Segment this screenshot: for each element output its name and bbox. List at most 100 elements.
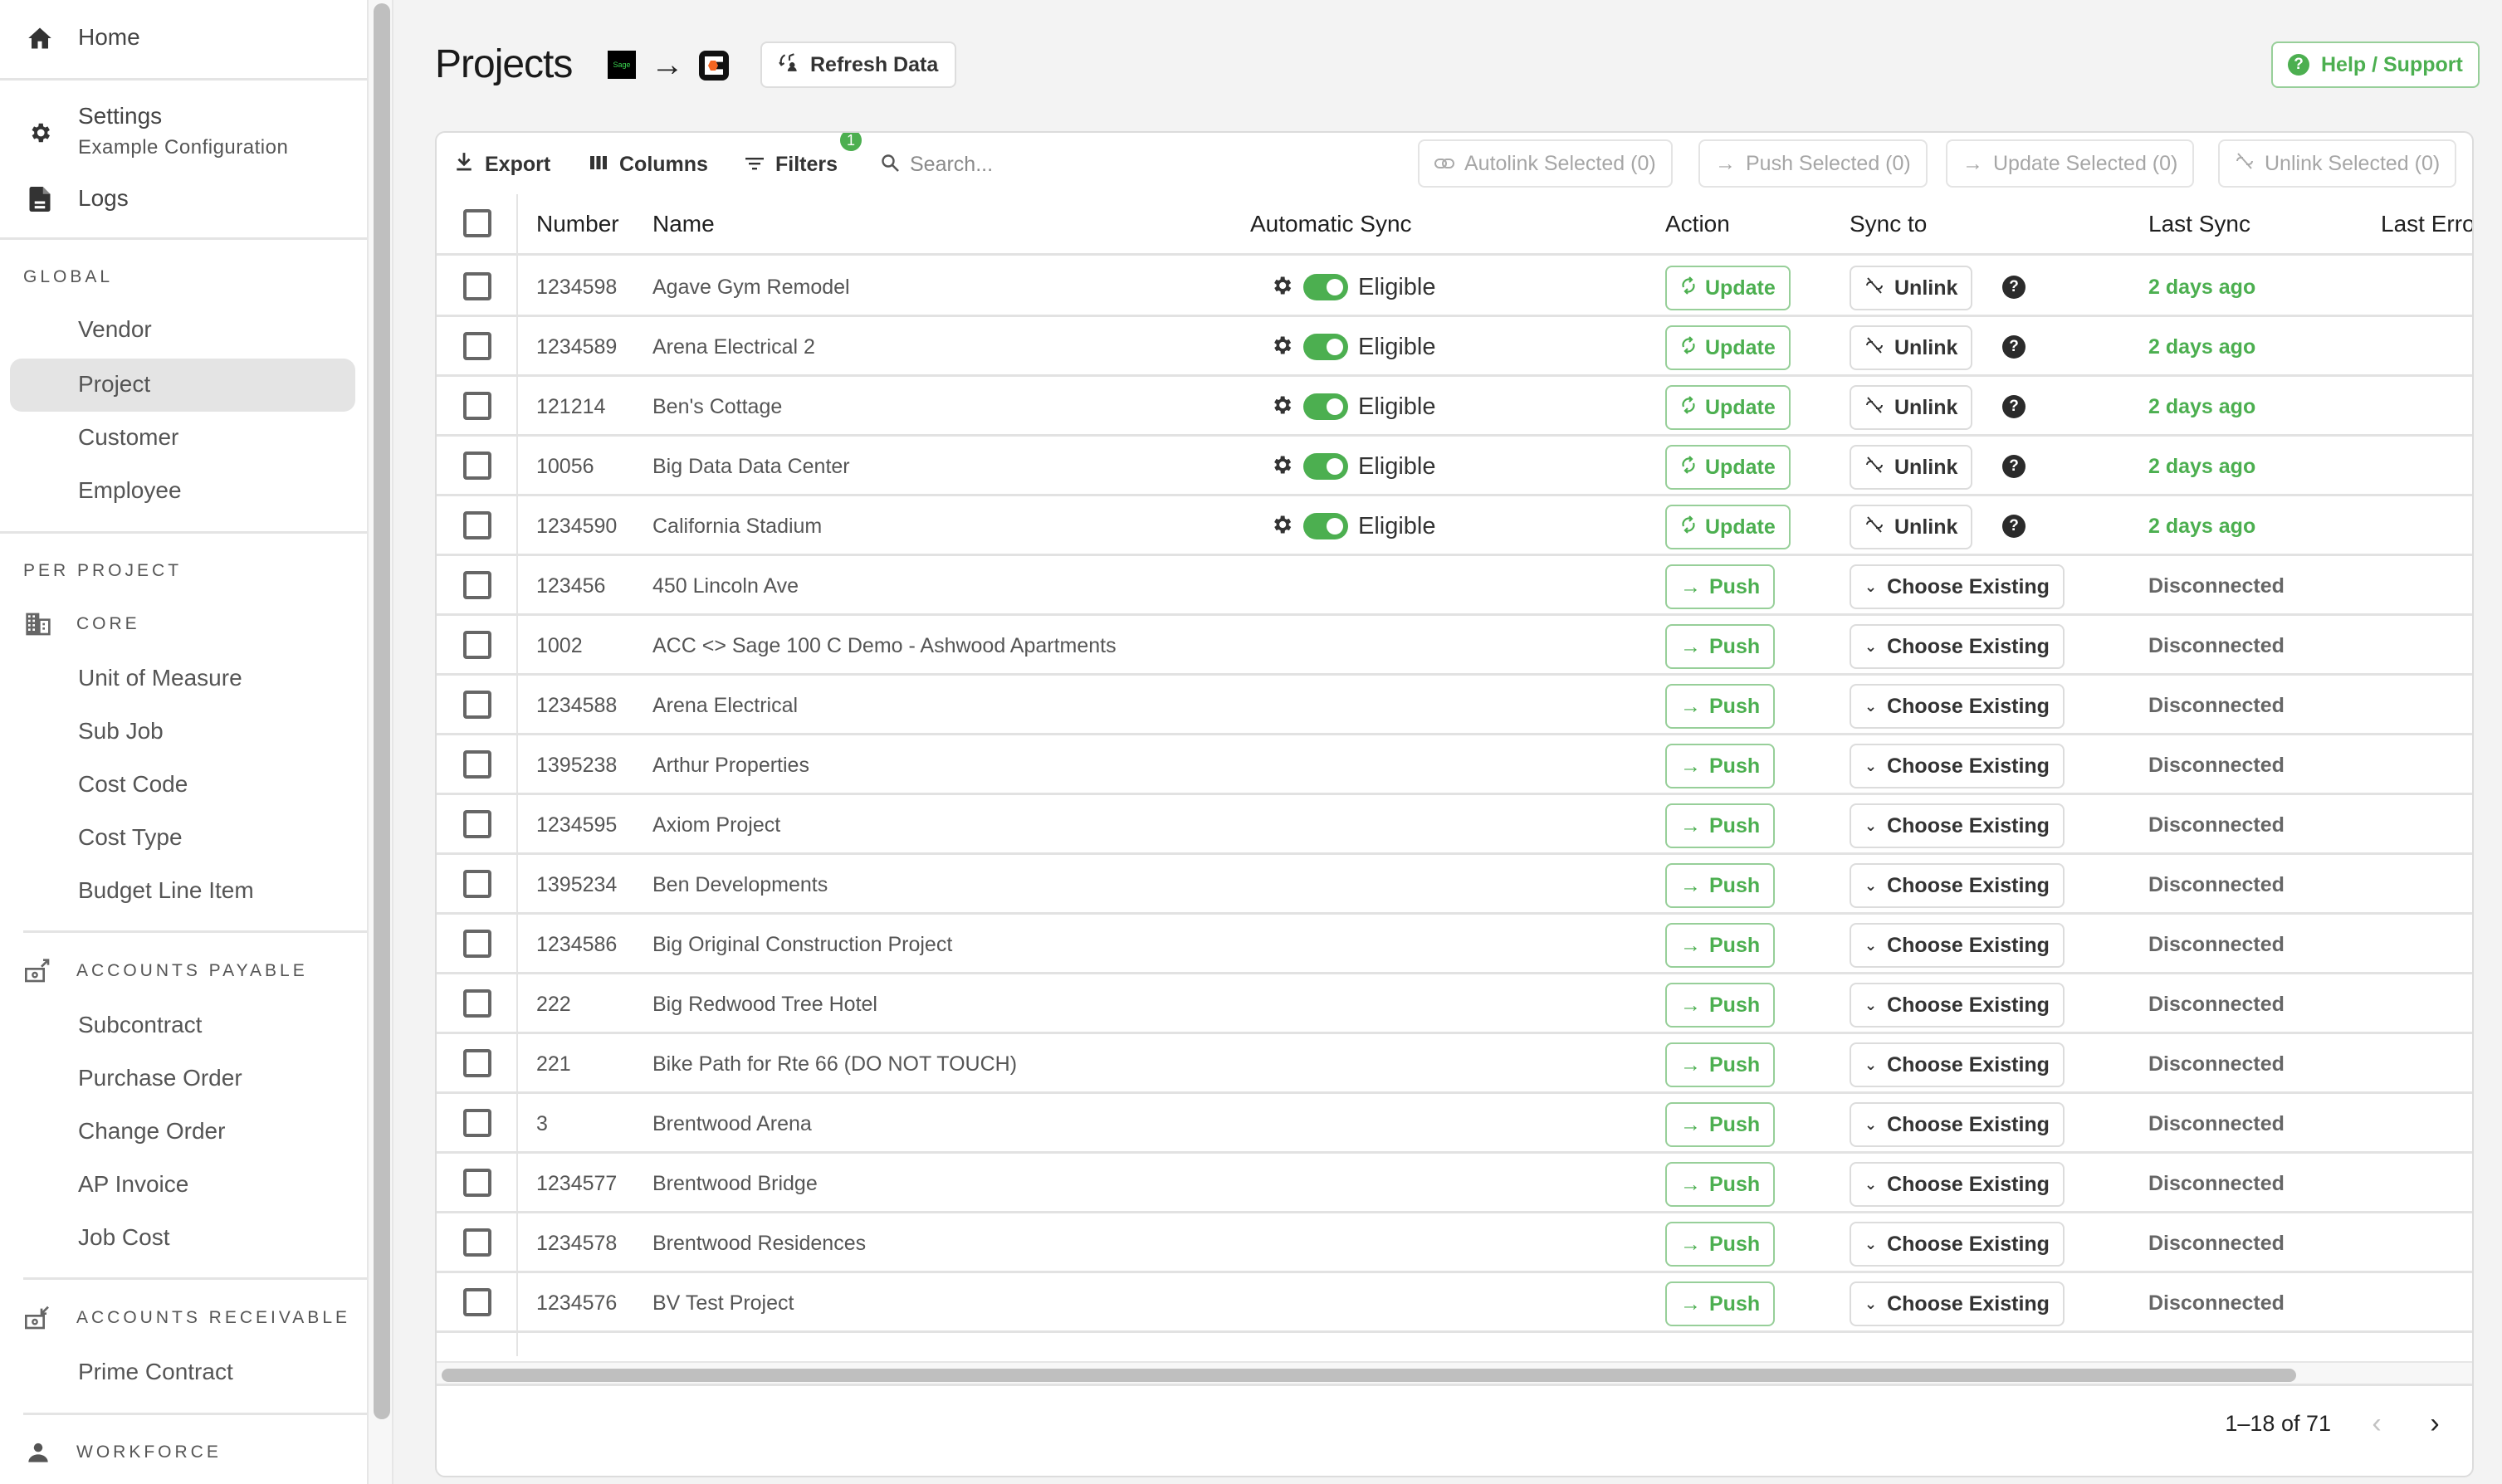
choose-existing-dropdown[interactable]: ⌄ Choose Existing <box>1850 1102 2065 1147</box>
choose-existing-dropdown[interactable]: ⌄ Choose Existing <box>1850 1042 2065 1087</box>
sidebar-item-unit-of-measure[interactable]: Unit of Measure <box>10 652 355 705</box>
sidebar-item-ap-invoice[interactable]: AP Invoice <box>10 1159 355 1212</box>
column-header-name[interactable]: Name <box>652 211 715 237</box>
table-row[interactable]: 1234589 Arena Electrical 2 Eligible Update U… <box>437 317 2472 377</box>
gear-icon[interactable] <box>1270 274 1293 301</box>
search-box[interactable] <box>880 148 1159 181</box>
unlink-button[interactable]: Unlink <box>1850 505 1973 549</box>
push-button[interactable]: → Push <box>1665 1281 1776 1326</box>
search-input[interactable] <box>910 152 1159 177</box>
sidebar-item-sub-job[interactable]: Sub Job <box>10 705 355 759</box>
row-checkbox[interactable] <box>463 1288 491 1316</box>
column-header-sync-to[interactable]: Sync to <box>1850 211 1927 237</box>
choose-existing-dropdown[interactable]: ⌄ Choose Existing <box>1850 1281 2065 1326</box>
sidebar-item-cost-code[interactable]: Cost Code <box>10 759 355 812</box>
table-row[interactable]: 1234590 California Stadium Eligible Update U… <box>437 496 2472 556</box>
table-row[interactable]: 1395238 Arthur Properties → Push ⌄ Choose Exi… <box>437 735 2472 795</box>
push-button[interactable]: → Push <box>1665 1162 1776 1207</box>
table-row[interactable]: 10056 Big Data Data Center Eligible Update U… <box>437 437 2472 496</box>
sidebar-item-purchase-order[interactable]: Purchase Order <box>10 1052 355 1106</box>
gear-icon[interactable] <box>1270 334 1293 361</box>
update-button[interactable]: Update <box>1665 266 1791 310</box>
row-checkbox[interactable] <box>463 332 491 360</box>
update-selected-button[interactable]: → Update Selected (0) <box>1946 139 2195 188</box>
column-header-number[interactable]: Number <box>536 211 619 237</box>
choose-existing-dropdown[interactable]: ⌄ Choose Existing <box>1850 863 2065 908</box>
help-icon[interactable]: ? <box>2002 276 2026 299</box>
choose-existing-dropdown[interactable]: ⌄ Choose Existing <box>1850 983 2065 1028</box>
push-button[interactable]: → Push <box>1665 923 1776 968</box>
sidebar-scrollbar-thumb[interactable] <box>374 3 390 1419</box>
table-row[interactable]: 222 Big Redwood Tree Hotel → Push ⌄ Choose Ex… <box>437 974 2472 1034</box>
choose-existing-dropdown[interactable]: ⌄ Choose Existing <box>1850 684 2065 729</box>
push-button[interactable]: → Push <box>1665 1222 1776 1267</box>
row-checkbox[interactable] <box>463 930 491 958</box>
automatic-sync-toggle[interactable] <box>1303 513 1348 539</box>
table-row[interactable]: 3 Brentwood Arena → Push ⌄ Choose Existing Dis… <box>437 1094 2472 1154</box>
update-button[interactable]: Update <box>1665 505 1791 549</box>
row-checkbox[interactable] <box>463 870 491 898</box>
sidebar-item-cost-type[interactable]: Cost Type <box>10 812 355 865</box>
table-row[interactable]: 1002 ACC <> Sage 100 C Demo - Ashwood Apa… <box>437 616 2472 676</box>
columns-button[interactable]: Columns <box>589 149 708 179</box>
choose-existing-dropdown[interactable]: ⌄ Choose Existing <box>1850 564 2065 609</box>
update-button[interactable]: Update <box>1665 445 1791 490</box>
push-button[interactable]: → Push <box>1665 983 1776 1028</box>
horizontal-scrollbar-thumb[interactable] <box>442 1369 2296 1382</box>
table-row[interactable]: 1234586 Big Original Construction Project… <box>437 915 2472 974</box>
row-checkbox[interactable] <box>463 1169 491 1197</box>
filters-button[interactable]: Filters <box>745 149 838 179</box>
choose-existing-dropdown[interactable]: ⌄ Choose Existing <box>1850 1162 2065 1207</box>
row-checkbox[interactable] <box>463 810 491 838</box>
update-button[interactable]: Update <box>1665 385 1791 430</box>
sidebar-item-employee[interactable]: Employee <box>10 465 355 518</box>
choose-existing-dropdown[interactable]: ⌄ Choose Existing <box>1850 1222 2065 1267</box>
row-checkbox[interactable] <box>463 691 491 719</box>
help-icon[interactable]: ? <box>2002 455 2026 478</box>
gear-icon[interactable] <box>1270 393 1293 421</box>
sidebar-item-vendor[interactable]: Vendor <box>10 304 355 357</box>
unlink-button[interactable]: Unlink <box>1850 385 1973 430</box>
unlink-button[interactable]: Unlink <box>1850 445 1973 490</box>
row-checkbox[interactable] <box>463 511 491 539</box>
export-button[interactable]: Export <box>455 149 550 179</box>
choose-existing-dropdown[interactable]: ⌄ Choose Existing <box>1850 803 2065 848</box>
column-header-last-error[interactable]: Last Erro <box>2381 211 2472 237</box>
push-button[interactable]: → Push <box>1665 564 1776 609</box>
row-checkbox[interactable] <box>463 631 491 659</box>
gear-icon[interactable] <box>1270 453 1293 481</box>
column-header-last-sync[interactable]: Last Sync <box>2148 211 2250 237</box>
table-row[interactable]: 121214 Ben's Cottage Eligible Update Unlink?… <box>437 377 2472 437</box>
autolink-selected-button[interactable]: Autolink Selected (0) <box>1418 139 1673 188</box>
row-checkbox[interactable] <box>463 272 491 300</box>
table-row[interactable]: 1234577 Brentwood Bridge → Push ⌄ Choose Exis… <box>437 1154 2472 1213</box>
push-button[interactable]: → Push <box>1665 803 1776 848</box>
table-row[interactable]: 123456 450 Lincoln Ave → Push ⌄ Choose Existi… <box>437 556 2472 616</box>
choose-existing-dropdown[interactable]: ⌄ Choose Existing <box>1850 744 2065 788</box>
sidebar-item-customer[interactable]: Customer <box>10 412 355 465</box>
sidebar-item-budget-line-item[interactable]: Budget Line Item <box>10 865 355 918</box>
refresh-data-button[interactable]: Refresh Data <box>760 41 957 88</box>
row-checkbox[interactable] <box>463 571 491 599</box>
sidebar-item-prime-contract[interactable]: Prime Contract <box>10 1346 355 1399</box>
unlink-button[interactable]: Unlink <box>1850 325 1973 370</box>
sidebar-item-logs[interactable]: Logs <box>0 176 367 222</box>
select-all-checkbox[interactable] <box>463 209 491 237</box>
row-checkbox[interactable] <box>463 989 491 1018</box>
help-icon[interactable]: ? <box>2002 515 2026 538</box>
sidebar-item-subcontract[interactable]: Subcontract <box>10 999 355 1052</box>
unlink-button[interactable]: Unlink <box>1850 266 1973 310</box>
automatic-sync-toggle[interactable] <box>1303 334 1348 360</box>
row-checkbox[interactable] <box>463 1049 491 1077</box>
update-button[interactable]: Update <box>1665 325 1791 370</box>
row-checkbox[interactable] <box>463 452 491 480</box>
push-button[interactable]: → Push <box>1665 744 1776 788</box>
help-support-button[interactable]: ? Help / Support <box>2271 41 2480 88</box>
push-button[interactable]: → Push <box>1665 863 1776 908</box>
row-checkbox[interactable] <box>463 392 491 420</box>
sidebar-item-change-order[interactable]: Change Order <box>10 1106 355 1159</box>
gear-icon[interactable] <box>1270 513 1293 540</box>
sidebar-item-job-cost[interactable]: Job Cost <box>10 1212 355 1265</box>
row-checkbox[interactable] <box>463 1109 491 1137</box>
table-row[interactable]: 1395234 Ben Developments → Push ⌄ Choose Exis… <box>437 855 2472 915</box>
